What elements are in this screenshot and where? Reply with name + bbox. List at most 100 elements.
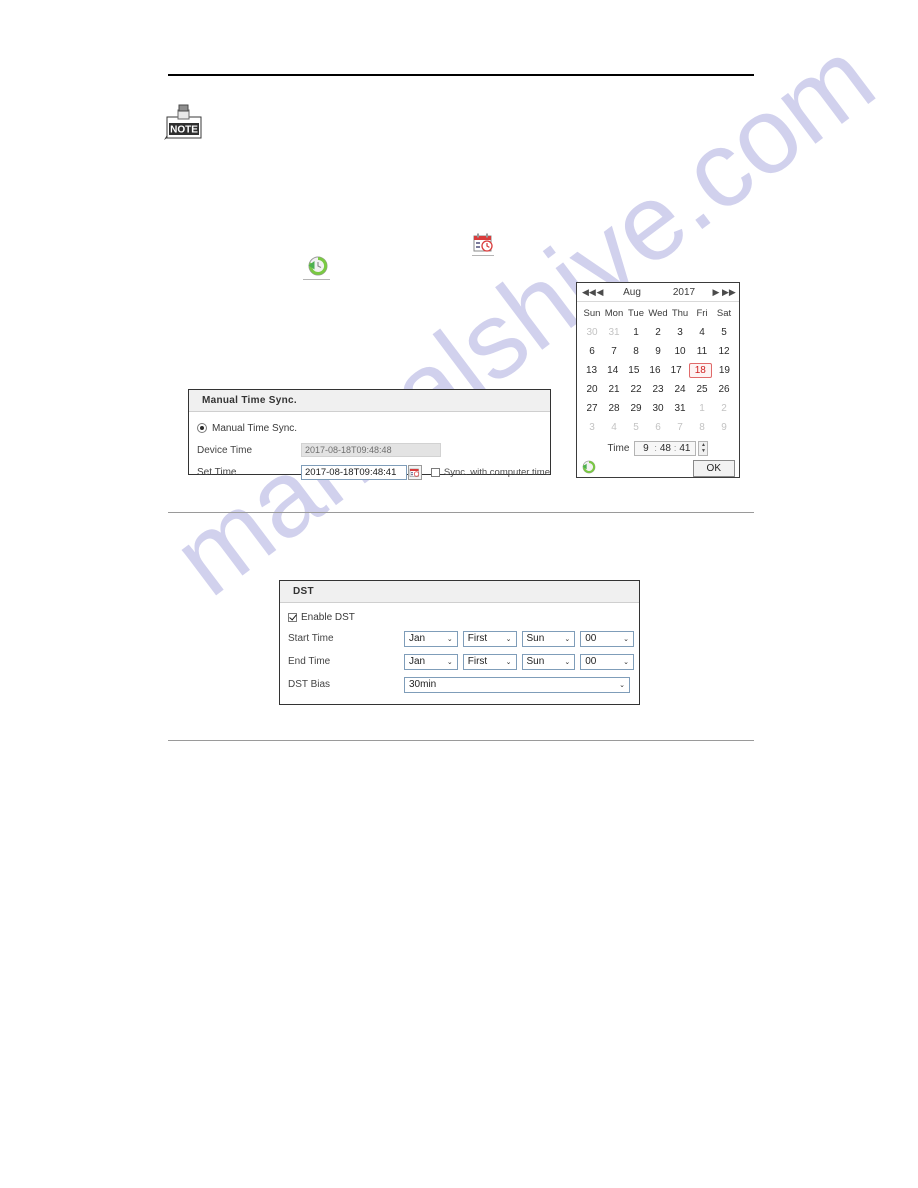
calendar-day[interactable]: 23: [647, 382, 669, 397]
dst-end-hour-select[interactable]: 00 ⌄: [580, 653, 634, 670]
date-picker-popup: ◀◀ ◀ Aug 2017 ▶ ▶▶ Sun Mon Tue Wed Thu Fri Sat…: [576, 282, 740, 478]
calendar-day[interactable]: 31: [603, 325, 625, 340]
manual-time-sync-radio[interactable]: [197, 423, 207, 433]
dst-bias-select[interactable]: 30min ⌄: [404, 676, 630, 693]
calendar-day[interactable]: 9: [647, 344, 669, 359]
dst-end-day-select[interactable]: Sun ⌄: [521, 653, 576, 670]
dst-end-week-select[interactable]: First ⌄: [462, 653, 517, 670]
dst-bias-label: DST Bias: [288, 679, 331, 690]
calendar-first-button[interactable]: ◀◀: [582, 287, 596, 297]
dst-start-time-label: Start Time: [288, 633, 334, 644]
calendar-year-label[interactable]: 2017: [658, 287, 710, 298]
dst-start-day-select[interactable]: Sun ⌄: [521, 630, 576, 647]
dst-start-week-select[interactable]: First ⌄: [462, 630, 517, 647]
calendar-day[interactable]: 7: [669, 420, 691, 435]
dst-end-month-select[interactable]: Jan ⌄: [404, 653, 458, 670]
dst-start-week-value: First: [467, 633, 488, 644]
calendar-last-button[interactable]: ▶▶: [722, 287, 736, 297]
device-time-label: Device Time: [197, 444, 253, 456]
calendar-day[interactable]: 2: [713, 401, 735, 416]
calendar-day[interactable]: 27: [581, 401, 603, 416]
manual-time-sync-radio-row[interactable]: Manual Time Sync.: [189, 417, 550, 439]
calendar-day[interactable]: 20: [581, 382, 603, 397]
calendar-next-button[interactable]: ▶: [710, 287, 722, 297]
calendar-day[interactable]: 26: [713, 382, 735, 397]
chevron-down-icon: ⌄: [564, 635, 571, 643]
calendar-day[interactable]: 24: [669, 382, 691, 397]
calendar-icon[interactable]: [472, 232, 494, 254]
calendar-day[interactable]: 9: [713, 420, 735, 435]
dst-end-time-label: End Time: [288, 656, 331, 667]
dst-panel-title: DST: [280, 581, 639, 603]
calendar-weeks: 30 31 1 2 3 4 5 6 7 8 9 10 11 12 13 14 15 16 17 18 19 20 21 22 2…: [581, 323, 735, 437]
set-time-row: Set Time 2017-08-18T09:48:41 Sync. with …: [189, 461, 550, 483]
calendar-day[interactable]: 14: [602, 363, 623, 378]
calendar-day[interactable]: 22: [625, 382, 647, 397]
calendar-day[interactable]: 29: [625, 401, 647, 416]
calendar-time-hour[interactable]: 9: [637, 443, 654, 454]
sync-with-computer-time-checkbox[interactable]: [430, 467, 440, 477]
calendar-day[interactable]: 17: [666, 363, 687, 378]
calendar-day[interactable]: 13: [581, 363, 602, 378]
calendar-day-header: Sat: [716, 308, 732, 319]
section-divider-upper: [168, 512, 754, 513]
calendar-day[interactable]: 15: [623, 363, 644, 378]
calendar-day[interactable]: 3: [581, 420, 603, 435]
calendar-day-header: Thu: [671, 308, 689, 319]
calendar-day-selected[interactable]: 18: [688, 363, 712, 378]
set-time-calendar-button[interactable]: [407, 464, 422, 480]
calendar-day[interactable]: 25: [691, 382, 713, 397]
calendar-ok-button[interactable]: OK: [692, 460, 735, 477]
calendar-time-spinner-down[interactable]: ▼: [699, 448, 707, 454]
calendar-day[interactable]: 19: [714, 363, 735, 378]
header-rule: [168, 74, 754, 76]
chevron-down-icon: ⌄: [619, 681, 625, 689]
calendar-day[interactable]: 4: [603, 420, 625, 435]
calendar-time-input[interactable]: 9 : 48 : 41: [634, 440, 697, 456]
calendar-month-label[interactable]: Aug: [606, 287, 658, 298]
calendar-day[interactable]: 30: [647, 401, 669, 416]
enable-dst-row[interactable]: Enable DST: [280, 607, 639, 627]
dst-body: Enable DST Start Time Jan ⌄ First ⌄ Sun …: [280, 603, 639, 696]
calendar-day[interactable]: 5: [713, 325, 735, 340]
calendar-prev-button[interactable]: ◀: [594, 287, 606, 297]
calendar-day[interactable]: 8: [625, 344, 647, 359]
calendar-day[interactable]: 16: [644, 363, 665, 378]
device-time-value: 2017-08-18T09:48:48: [301, 443, 441, 457]
svg-text:NOTE: NOTE: [170, 125, 198, 136]
calendar-day[interactable]: 11: [691, 344, 713, 359]
calendar-day[interactable]: 10: [669, 344, 691, 359]
calendar-time-spinner[interactable]: ▲ ▼: [698, 440, 709, 456]
enable-dst-checkbox[interactable]: [288, 612, 297, 622]
set-time-input[interactable]: 2017-08-18T09:48:41: [301, 464, 407, 480]
enable-dst-label: Enable DST: [301, 611, 355, 623]
calendar-time-minute[interactable]: 48: [657, 443, 674, 454]
calendar-day[interactable]: 2: [647, 325, 669, 340]
sync-refresh-icon[interactable]: [306, 254, 330, 278]
calendar-day[interactable]: 1: [625, 325, 647, 340]
calendar-day[interactable]: 28: [603, 401, 625, 416]
calendar-day[interactable]: 21: [603, 382, 625, 397]
dst-start-time-row: Start Time Jan ⌄ First ⌄ Sun ⌄ 00 ⌄: [280, 627, 639, 650]
dst-start-month-select[interactable]: Jan ⌄: [404, 630, 458, 647]
calendar-day[interactable]: 6: [581, 344, 603, 359]
manual-time-sync-body: Manual Time Sync. Device Time 2017-08-18…: [189, 412, 550, 483]
calendar-day[interactable]: 31: [669, 401, 691, 416]
calendar-day[interactable]: 4: [691, 325, 713, 340]
calendar-day[interactable]: 30: [581, 325, 603, 340]
device-time-row: Device Time 2017-08-18T09:48:48: [189, 439, 550, 461]
calendar-day[interactable]: 7: [603, 344, 625, 359]
dst-end-day-value: Sun: [526, 656, 545, 667]
calendar-day[interactable]: 12: [713, 344, 735, 359]
calendar-sync-icon[interactable]: [581, 459, 597, 478]
calendar-day[interactable]: 1: [691, 401, 713, 416]
dst-start-day-value: Sun: [526, 633, 545, 644]
chevron-down-icon: ⌄: [564, 658, 571, 666]
calendar-day[interactable]: 8: [691, 420, 713, 435]
calendar-day[interactable]: 3: [669, 325, 691, 340]
calendar-time-second[interactable]: 41: [676, 443, 693, 454]
calendar-day[interactable]: 6: [647, 420, 669, 435]
calendar-day[interactable]: 5: [625, 420, 647, 435]
dst-start-hour-select[interactable]: 00 ⌄: [580, 630, 634, 647]
section-divider-lower: [168, 740, 754, 741]
